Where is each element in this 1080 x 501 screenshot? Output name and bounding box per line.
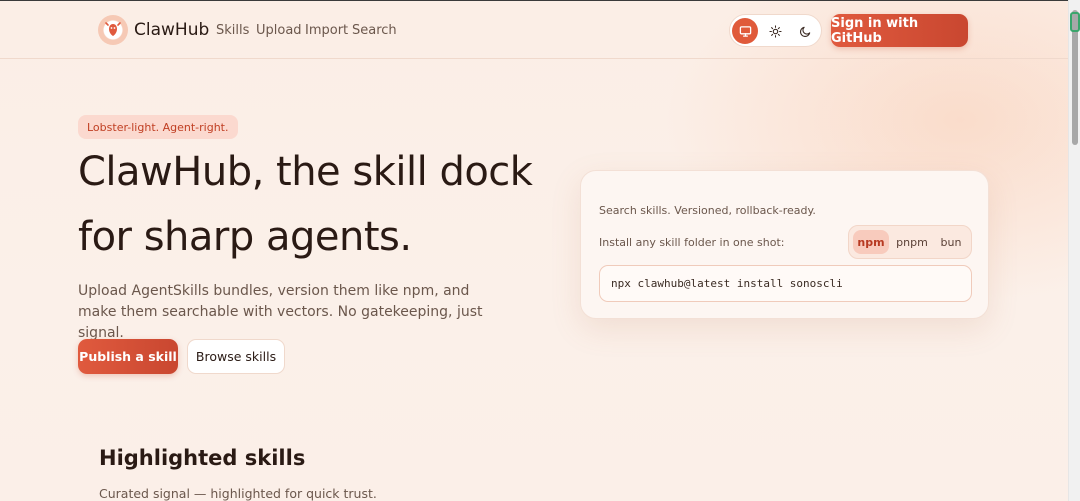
brand-name[interactable]: ClawHub bbox=[134, 20, 209, 40]
install-command-field[interactable]: npx clawhub@latest install sonoscli bbox=[599, 265, 972, 302]
page-scrollbar[interactable] bbox=[1068, 0, 1080, 501]
sign-in-github-button[interactable]: Sign in with GitHub bbox=[831, 14, 968, 47]
nav-upload[interactable]: Upload bbox=[256, 23, 302, 38]
nav-search[interactable]: Search bbox=[352, 23, 397, 38]
highlighted-skills-subtitle: Curated signal — highlighted for quick t… bbox=[99, 486, 377, 501]
nav-skills[interactable]: Skills bbox=[216, 23, 249, 38]
pm-bun-tab[interactable]: bun bbox=[935, 230, 967, 254]
package-manager-toggle: npm pnpm bun bbox=[848, 225, 972, 259]
pm-npm-tab[interactable]: npm bbox=[853, 230, 889, 254]
monitor-icon[interactable] bbox=[732, 18, 758, 44]
install-instruction: Install any skill folder in one shot: bbox=[599, 236, 785, 249]
nav-import[interactable]: Import bbox=[305, 23, 348, 38]
scrollbar-highlight bbox=[1070, 12, 1080, 32]
hero-tagline-badge: Lobster-light. Agent-right. bbox=[78, 115, 238, 139]
hero-title-line1: ClawHub, the skill dock bbox=[78, 149, 533, 195]
site-header: ClawHub Skills Upload Import Search Sign… bbox=[0, 1, 1068, 59]
install-card: Search skills. Versioned, rollback-ready… bbox=[580, 170, 989, 319]
hero-title: ClawHub, the skill dock for sharp agents… bbox=[78, 140, 548, 270]
hero-title-line2: for sharp agents. bbox=[78, 214, 412, 260]
moon-icon[interactable] bbox=[792, 18, 818, 44]
browse-skills-button[interactable]: Browse skills bbox=[187, 339, 285, 374]
lobster-logo-icon[interactable] bbox=[98, 15, 128, 45]
pm-pnpm-tab[interactable]: pnpm bbox=[892, 230, 932, 254]
highlighted-skills-heading: Highlighted skills bbox=[99, 446, 306, 470]
theme-toggle-group bbox=[729, 14, 822, 47]
hero-subtitle: Upload AgentSkills bundles, version them… bbox=[78, 283, 483, 341]
publish-skill-button[interactable]: Publish a skill bbox=[78, 339, 178, 374]
card-description: Search skills. Versioned, rollback-ready… bbox=[599, 204, 816, 217]
sun-icon[interactable] bbox=[762, 18, 788, 44]
